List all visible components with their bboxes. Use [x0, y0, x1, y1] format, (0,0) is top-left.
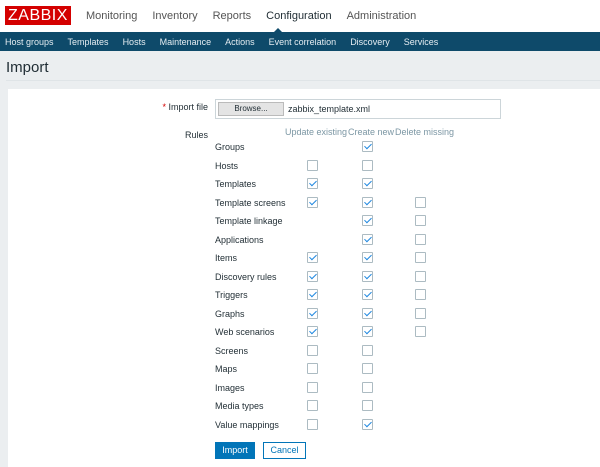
create-checkbox[interactable]	[362, 344, 373, 356]
update-checkbox[interactable]	[307, 381, 318, 393]
delete-checkbox[interactable]	[415, 307, 426, 319]
menu-configuration[interactable]: Configuration	[266, 10, 331, 22]
update-checkbox[interactable]	[307, 196, 318, 208]
import-file-input[interactable]: Browse... zabbix_template.xml	[215, 99, 501, 119]
delete-checkbox[interactable]	[415, 233, 426, 245]
delete-checkbox[interactable]	[415, 215, 426, 226]
required-mark: *	[162, 102, 166, 112]
rule-label: Template screens	[215, 197, 286, 208]
create-checkbox[interactable]	[362, 141, 373, 152]
subnav-host-groups[interactable]: Host groups	[5, 37, 54, 47]
delete-checkbox[interactable]	[415, 196, 426, 208]
main-menu: Monitoring Inventory Reports Configuration A…	[86, 10, 416, 22]
update-checkbox[interactable]	[307, 344, 318, 356]
import-button[interactable]: Import	[215, 442, 255, 459]
delete-checkbox[interactable]	[415, 252, 426, 263]
subnav-maintenance[interactable]: Maintenance	[160, 37, 212, 47]
create-checkbox[interactable]	[362, 289, 373, 300]
delete-checkbox[interactable]	[415, 326, 426, 337]
rule-label: Screens	[215, 345, 249, 356]
create-checkbox[interactable]	[362, 270, 373, 282]
menu-reports[interactable]: Reports	[213, 10, 252, 22]
create-checkbox[interactable]	[362, 178, 373, 189]
create-checkbox[interactable]	[362, 400, 373, 411]
rule-label: Graphs	[215, 308, 245, 319]
update-checkbox[interactable]	[307, 418, 318, 430]
sub-menu: Host groups Templates Hosts Maintenance Acti…	[0, 32, 600, 51]
create-checkbox[interactable]	[362, 363, 373, 374]
top-header: ZABBIX Monitoring Inventory Reports Configu…	[0, 0, 600, 32]
update-checkbox[interactable]	[307, 363, 318, 374]
import-file-label-text: Import file	[168, 102, 208, 112]
create-checkbox[interactable]	[362, 307, 373, 319]
rule-label: Template linkage	[215, 216, 283, 226]
create-checkbox[interactable]	[362, 326, 373, 337]
rule-label: Groups	[215, 142, 245, 152]
update-checkbox[interactable]	[307, 178, 318, 189]
import-form	[8, 89, 600, 467]
zabbix-logo[interactable]: ZABBIX	[5, 6, 71, 25]
create-checkbox[interactable]	[362, 159, 373, 171]
delete-checkbox[interactable]	[415, 289, 426, 300]
active-caret-icon	[274, 28, 282, 32]
update-checkbox[interactable]	[307, 326, 318, 337]
rule-label: Applications	[215, 234, 264, 245]
update-checkbox[interactable]	[307, 400, 318, 411]
subnav-templates[interactable]: Templates	[68, 37, 109, 47]
rule-label: Hosts	[215, 160, 239, 171]
rule-label: Media types	[215, 401, 264, 411]
delete-checkbox[interactable]	[415, 270, 426, 282]
rule-label: Items	[215, 253, 238, 263]
subnav-hosts[interactable]: Hosts	[123, 37, 146, 47]
update-checkbox[interactable]	[307, 252, 318, 263]
file-name: zabbix_template.xml	[288, 104, 371, 114]
rule-label: Discovery rules	[215, 271, 277, 282]
menu-administration[interactable]: Administration	[347, 10, 417, 22]
create-checkbox[interactable]	[362, 252, 373, 263]
rule-label: Maps	[215, 364, 238, 374]
rule-label: Triggers	[215, 290, 248, 300]
column-delete-missing: Delete missing	[395, 127, 455, 137]
update-checkbox[interactable]	[307, 289, 318, 300]
cancel-button[interactable]: Cancel	[263, 442, 306, 459]
create-checkbox[interactable]	[362, 233, 373, 245]
create-checkbox[interactable]	[362, 215, 373, 226]
create-checkbox[interactable]	[362, 381, 373, 393]
rule-label: Web scenarios	[215, 327, 275, 337]
page-title: Import	[6, 59, 49, 76]
update-checkbox[interactable]	[307, 270, 318, 282]
column-update-existing: Update existing	[285, 127, 348, 137]
rule-label: Images	[215, 382, 245, 393]
update-checkbox[interactable]	[307, 159, 318, 171]
update-checkbox[interactable]	[307, 307, 318, 319]
create-checkbox[interactable]	[362, 418, 373, 430]
browse-button[interactable]: Browse...	[218, 102, 284, 116]
menu-monitoring[interactable]: Monitoring	[86, 10, 137, 22]
menu-inventory[interactable]: Inventory	[152, 10, 197, 22]
divider	[6, 80, 600, 81]
subnav-event-correlation[interactable]: Event correlation	[269, 37, 337, 47]
subnav-discovery[interactable]: Discovery	[350, 37, 390, 47]
rule-label: Value mappings	[215, 419, 279, 430]
subnav-actions[interactable]: Actions	[225, 37, 255, 47]
column-create-new: Create new	[348, 127, 395, 137]
import-file-label: * Import file	[162, 102, 208, 112]
subnav-services[interactable]: Services	[404, 37, 439, 47]
rules-label: Rules	[184, 130, 208, 140]
create-checkbox[interactable]	[362, 196, 373, 208]
rule-label: Templates	[215, 179, 257, 189]
